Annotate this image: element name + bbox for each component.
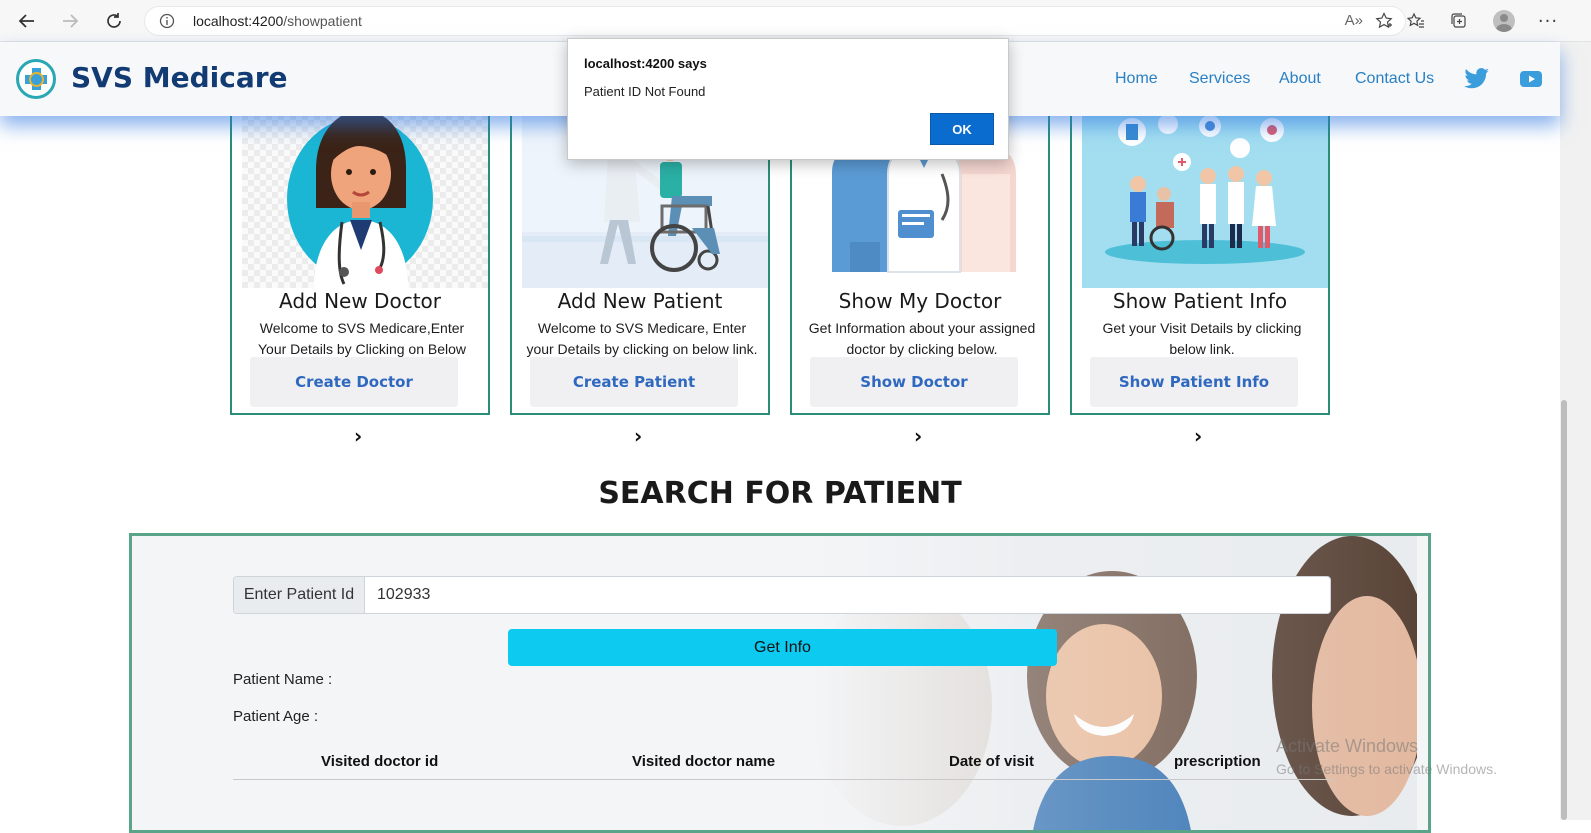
card-title: Show My Doctor — [838, 289, 1002, 313]
dialog-title: localhost:4200 says — [584, 56, 707, 71]
patient-age-label: Patient Age : — [233, 708, 319, 725]
address-bar[interactable]: localhost:4200/showpatient A» — [144, 6, 1406, 36]
page-scrollbar-thumb[interactable] — [1561, 400, 1567, 820]
favorites-icon[interactable] — [1404, 9, 1428, 33]
card-show-patient-info: Show Patient Info Get your Visit Details… — [1070, 100, 1330, 415]
forward-icon[interactable] — [57, 8, 83, 34]
medical-logo-icon[interactable] — [16, 59, 56, 99]
url-path: /showpatient — [283, 13, 362, 29]
chevron-right-icon[interactable]: › — [354, 424, 362, 448]
dialog-message: Patient ID Not Found — [584, 84, 706, 99]
site-info-icon[interactable] — [159, 13, 175, 33]
collections-icon[interactable] — [1447, 9, 1471, 33]
create-doctor-button[interactable]: Create Doctor — [250, 357, 458, 407]
more-menu-icon[interactable]: ··· — [1536, 9, 1560, 33]
card-add-doctor: Add New Doctor Welcome to SVS Medicare,E… — [230, 100, 490, 415]
nav-about[interactable]: About — [1279, 70, 1321, 88]
column-header-doctor-id: Visited doctor id — [321, 753, 439, 770]
show-doctor-button[interactable]: Show Doctor — [810, 357, 1018, 407]
nav-home[interactable]: Home — [1115, 70, 1158, 88]
patient-name-label: Patient Name : — [233, 671, 333, 688]
card-title: Add New Doctor — [279, 289, 441, 313]
brand-title[interactable]: SVS Medicare — [71, 61, 288, 94]
add-favorite-icon[interactable] — [1375, 12, 1393, 34]
windows-activation-watermark: Activate Windows Go to Settings to activ… — [1276, 736, 1497, 777]
profile-avatar[interactable] — [1492, 9, 1516, 33]
patient-id-input-group: Enter Patient Id — [233, 576, 1331, 614]
table-header-divider — [233, 779, 1333, 780]
refresh-icon[interactable] — [101, 8, 127, 34]
youtube-icon[interactable] — [1520, 71, 1542, 91]
ellipsis-icon: ··· — [1537, 10, 1559, 32]
card-title: Add New Patient — [557, 289, 723, 313]
browser-toolbar: localhost:4200/showpatient A» ··· — [0, 0, 1591, 42]
chevron-right-icon[interactable]: › — [1194, 424, 1202, 448]
card-title: Show Patient Info — [1112, 289, 1288, 313]
url-text[interactable]: localhost:4200/showpatient — [193, 13, 362, 29]
card-text: Welcome to SVS Medicare, Enter your Deta… — [526, 320, 758, 357]
avatar — [1493, 10, 1515, 32]
create-patient-button[interactable]: Create Patient — [530, 357, 738, 407]
card-text: Get your Visit Details by clicking below… — [1102, 320, 1302, 357]
card-text: Get Information about your assigned doct… — [808, 320, 1036, 357]
watermark-line-1: Activate Windows — [1276, 736, 1419, 756]
nav-contact-us[interactable]: Contact Us — [1355, 70, 1434, 88]
show-patient-info-button[interactable]: Show Patient Info — [1090, 357, 1298, 407]
patient-id-input[interactable] — [365, 577, 1330, 613]
nav-services[interactable]: Services — [1189, 70, 1250, 88]
chevron-right-icon[interactable]: › — [914, 424, 922, 448]
column-header-prescription: prescription — [1174, 753, 1261, 770]
alert-dialog: localhost:4200 says Patient ID Not Found… — [567, 38, 1009, 160]
chevron-right-icon[interactable]: › — [634, 424, 642, 448]
url-host: localhost:4200 — [193, 13, 284, 29]
medical-team-illustration — [1082, 102, 1328, 288]
column-header-doctor-name: Visited doctor name — [632, 753, 776, 770]
twitter-icon[interactable] — [1464, 68, 1490, 94]
search-panel: Enter Patient Id Get Info Patient Name :… — [129, 533, 1431, 833]
back-icon[interactable] — [14, 8, 40, 34]
column-header-date-of-visit: Date of visit — [949, 753, 1035, 770]
read-aloud-icon[interactable]: A» — [1345, 12, 1363, 29]
doctor-illustration — [242, 102, 488, 288]
get-info-button[interactable]: Get Info — [508, 629, 1057, 666]
watermark-line-2: Go to Settings to activate Windows. — [1276, 761, 1497, 777]
ok-button[interactable]: OK — [930, 113, 994, 145]
search-section-title: SEARCH FOR PATIENT — [598, 476, 962, 511]
patient-id-label: Enter Patient Id — [234, 577, 365, 613]
